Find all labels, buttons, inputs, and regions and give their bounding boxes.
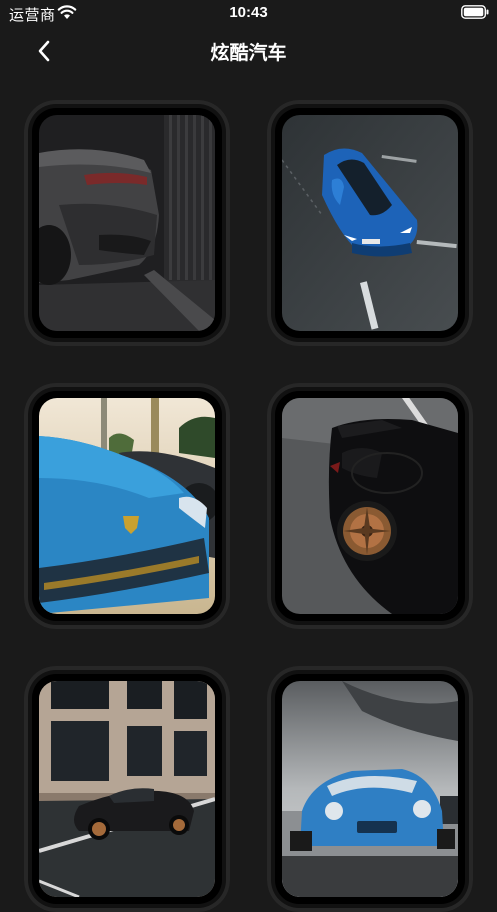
car-photo-blue-lamborghini-hood [39, 398, 215, 614]
card-frame [275, 108, 465, 338]
car-photo-black-porsche-street [39, 681, 215, 897]
car-photo-blue-coupe-road [282, 115, 458, 331]
card-frame [32, 391, 222, 621]
car-gallery-grid [0, 0, 497, 912]
gallery-card-4[interactable] [267, 383, 473, 629]
car-photo-black-porsche-bronze-wheels [282, 398, 458, 614]
gallery-card-2[interactable] [267, 100, 473, 346]
card-frame [32, 108, 222, 338]
gallery-card-1[interactable] [24, 100, 230, 346]
card-frame [275, 391, 465, 621]
gallery-card-5[interactable] [24, 666, 230, 912]
car-photo-dark-sportscar-rear [39, 115, 215, 331]
car-photo-blue-porsche-track [282, 681, 458, 897]
card-frame [32, 674, 222, 904]
gallery-card-6[interactable] [267, 666, 473, 912]
card-frame [275, 674, 465, 904]
gallery-card-3[interactable] [24, 383, 230, 629]
